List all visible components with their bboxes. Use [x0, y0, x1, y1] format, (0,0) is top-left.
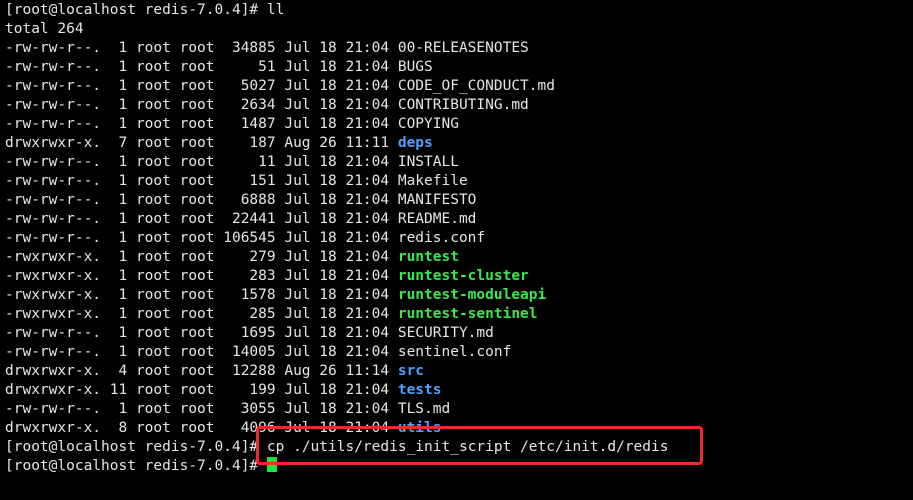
command-text: cp ./utils/redis_init_script /etc/init.d… — [266, 439, 669, 455]
listing-row: drwxrwxr-x. 7 root root 187 Aug 26 11:11… — [5, 134, 913, 153]
file-metadata: -rw-rw-r--. 1 root root 106545 Jul 18 21… — [5, 230, 398, 246]
listing-row: -rw-rw-r--. 1 root root 3055 Jul 18 21:0… — [5, 400, 913, 419]
listing-row: drwxrwxr-x. 4 root root 12288 Aug 26 11:… — [5, 362, 913, 381]
listing-row: drwxrwxr-x. 8 root root 4096 Jul 18 21:0… — [5, 419, 913, 438]
file-metadata: -rwxrwxr-x. 1 root root 1578 Jul 18 21:0… — [5, 287, 398, 303]
file-name: CODE_OF_CONDUCT.md — [397, 78, 555, 94]
file-metadata: drwxrwxr-x. 7 root root 187 Aug 26 11:11 — [5, 135, 398, 151]
file-metadata: -rw-rw-r--. 1 root root 22441 Jul 18 21:… — [5, 211, 398, 227]
file-name: 00-RELEASENOTES — [397, 40, 529, 56]
directory-listing: -rw-rw-r--. 1 root root 34885 Jul 18 21:… — [5, 39, 913, 438]
file-metadata: -rw-rw-r--. 1 root root 14005 Jul 18 21:… — [5, 344, 398, 360]
directory-name: deps — [397, 135, 433, 151]
command-text: ll — [266, 2, 285, 18]
listing-row: -rwxrwxr-x. 1 root root 279 Jul 18 21:04… — [5, 248, 913, 267]
file-name: INSTALL — [397, 154, 459, 170]
listing-row: -rw-rw-r--. 1 root root 2634 Jul 18 21:0… — [5, 96, 913, 115]
command-line-cp: [root@localhost redis-7.0.4]# cp ./utils… — [5, 438, 913, 457]
file-metadata: -rw-rw-r--. 1 root root 2634 Jul 18 21:0… — [5, 97, 398, 113]
file-name: SECURITY.md — [397, 325, 494, 341]
file-name: CONTRIBUTING.md — [397, 97, 529, 113]
file-name: TLS.md — [397, 401, 451, 417]
file-name: BUGS — [397, 59, 433, 75]
listing-row: -rw-rw-r--. 1 root root 11 Jul 18 21:04 … — [5, 153, 913, 172]
terminal-window[interactable]: [root@localhost redis-7.0.4]# ll total 2… — [0, 0, 913, 500]
command-line-current[interactable]: [root@localhost redis-7.0.4]# — [5, 457, 913, 476]
shell-prompt: [root@localhost redis-7.0.4]# — [5, 458, 267, 474]
listing-row: -rw-rw-r--. 1 root root 34885 Jul 18 21:… — [5, 39, 913, 58]
executable-name: runtest-moduleapi — [397, 287, 547, 303]
file-name: MANIFESTO — [397, 192, 477, 208]
file-metadata: -rw-rw-r--. 1 root root 6888 Jul 18 21:0… — [5, 192, 398, 208]
listing-row: -rwxrwxr-x. 1 root root 283 Jul 18 21:04… — [5, 267, 913, 286]
directory-name: src — [397, 363, 425, 379]
file-name: sentinel.conf — [397, 344, 512, 360]
file-metadata: drwxrwxr-x. 8 root root 4096 Jul 18 21:0… — [5, 420, 398, 436]
executable-name: runtest-sentinel — [397, 306, 538, 322]
file-metadata: -rwxrwxr-x. 1 root root 279 Jul 18 21:04 — [5, 249, 398, 265]
listing-total: total 264 — [5, 21, 84, 37]
listing-row: -rw-rw-r--. 1 root root 151 Jul 18 21:04… — [5, 172, 913, 191]
text-cursor — [266, 457, 277, 472]
listing-row: -rw-rw-r--. 1 root root 6888 Jul 18 21:0… — [5, 191, 913, 210]
listing-row: -rw-rw-r--. 1 root root 22441 Jul 18 21:… — [5, 210, 913, 229]
file-name: COPYING — [397, 116, 459, 132]
file-metadata: drwxrwxr-x. 4 root root 12288 Aug 26 11:… — [5, 363, 398, 379]
executable-name: runtest-cluster — [397, 268, 529, 284]
listing-row: drwxrwxr-x. 11 root root 199 Jul 18 21:0… — [5, 381, 913, 400]
file-metadata: -rw-rw-r--. 1 root root 51 Jul 18 21:04 — [5, 59, 398, 75]
listing-row: -rwxrwxr-x. 1 root root 285 Jul 18 21:04… — [5, 305, 913, 324]
file-metadata: -rwxrwxr-x. 1 root root 283 Jul 18 21:04 — [5, 268, 398, 284]
file-name: README.md — [397, 211, 477, 227]
shell-prompt: [root@localhost redis-7.0.4]# — [5, 2, 267, 18]
file-name: redis.conf — [397, 230, 486, 246]
file-metadata: -rw-rw-r--. 1 root root 11 Jul 18 21:04 — [5, 154, 398, 170]
listing-row: -rw-rw-r--. 1 root root 14005 Jul 18 21:… — [5, 343, 913, 362]
listing-row: -rw-rw-r--. 1 root root 106545 Jul 18 21… — [5, 229, 913, 248]
file-metadata: drwxrwxr-x. 11 root root 199 Jul 18 21:0… — [5, 382, 398, 398]
file-metadata: -rwxrwxr-x. 1 root root 285 Jul 18 21:04 — [5, 306, 398, 322]
command-line-ll: [root@localhost redis-7.0.4]# ll — [5, 1, 913, 20]
listing-row: -rw-rw-r--. 1 root root 51 Jul 18 21:04 … — [5, 58, 913, 77]
file-metadata: -rw-rw-r--. 1 root root 1487 Jul 18 21:0… — [5, 116, 398, 132]
file-metadata: -rw-rw-r--. 1 root root 3055 Jul 18 21:0… — [5, 401, 398, 417]
directory-name: tests — [397, 382, 442, 398]
executable-name: runtest — [397, 249, 459, 265]
shell-prompt: [root@localhost redis-7.0.4]# — [5, 439, 267, 455]
file-metadata: -rw-rw-r--. 1 root root 1695 Jul 18 21:0… — [5, 325, 398, 341]
directory-name: utils — [397, 420, 442, 436]
listing-row: -rw-rw-r--. 1 root root 1487 Jul 18 21:0… — [5, 115, 913, 134]
listing-row: -rw-rw-r--. 1 root root 5027 Jul 18 21:0… — [5, 77, 913, 96]
listing-row: -rw-rw-r--. 1 root root 1695 Jul 18 21:0… — [5, 324, 913, 343]
file-name: Makefile — [397, 173, 468, 189]
file-metadata: -rw-rw-r--. 1 root root 5027 Jul 18 21:0… — [5, 78, 398, 94]
file-metadata: -rw-rw-r--. 1 root root 34885 Jul 18 21:… — [5, 40, 398, 56]
listing-row: -rwxrwxr-x. 1 root root 1578 Jul 18 21:0… — [5, 286, 913, 305]
file-metadata: -rw-rw-r--. 1 root root 151 Jul 18 21:04 — [5, 173, 398, 189]
